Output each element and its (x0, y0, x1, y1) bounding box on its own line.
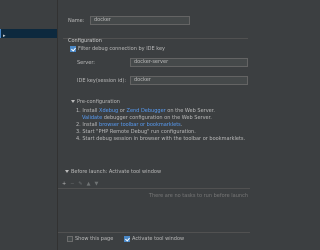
ide-key-label: IDE key(session id): (77, 78, 127, 84)
step-2: 2. Install browser toolbar or bookmarkle… (76, 122, 248, 129)
step-2-prefix: 2. Install (76, 122, 100, 128)
step-1b-suffix: debugger configuration on the Web Server… (102, 115, 212, 121)
step-3: 3. Start "PHP Remote Debug" run configur… (76, 129, 196, 135)
before-launch-toolbar: + − ✎ ▲ ▼ (62, 181, 102, 187)
preconfiguration-header[interactable]: Pre-configuration (71, 99, 120, 105)
activate-tool-window-checkbox[interactable] (124, 236, 130, 242)
configuration-panel: Name: docker Configuration Filter debug … (58, 0, 250, 250)
filter-debug-checkbox[interactable] (70, 46, 76, 52)
filter-debug-label: Filter debug connection by IDE key (78, 46, 166, 52)
step-4: 4. Start debug session in browser with t… (76, 136, 246, 142)
zend-debugger-link[interactable]: Zend Debugger (127, 108, 166, 114)
browser-toolbar-link[interactable]: browser toolbar or bookmarklets (99, 122, 181, 128)
collapse-arrow-icon (71, 100, 75, 103)
step-2-suffix: . (180, 122, 183, 128)
sidebar-selected-item[interactable]: ▸ (0, 29, 57, 39)
server-select[interactable]: docker-server (130, 58, 248, 67)
xdebug-link[interactable]: Xdebug (99, 108, 118, 114)
activate-tool-window-label: Activate tool window (132, 236, 185, 242)
add-icon[interactable]: + (62, 181, 66, 187)
step-1-validate: Validate debugger configuration on the W… (76, 115, 248, 122)
validate-link[interactable]: Validate (82, 115, 102, 121)
preconfiguration-title: Pre-configuration (77, 99, 120, 105)
step-1: 1. Install Xdebug or Zend Debugger on th… (76, 108, 248, 115)
step-1-or: or (118, 108, 127, 114)
name-input[interactable]: docker (90, 16, 190, 25)
empty-list-text: There are no tasks to run before launch (148, 193, 248, 199)
collapse-arrow-icon (65, 170, 69, 173)
before-launch-task-list[interactable]: There are no tasks to run before launch (58, 188, 250, 233)
name-label: Name: (68, 18, 85, 24)
move-down-icon[interactable]: ▼ (94, 181, 98, 187)
edit-icon[interactable]: ✎ (78, 181, 82, 187)
server-label: Server: (77, 60, 95, 66)
step-1-prefix: 1. Install (76, 108, 100, 114)
expand-arrow-icon: ▸ (3, 33, 6, 39)
run-configurations-sidebar: ▸ (0, 0, 58, 250)
move-up-icon[interactable]: ▲ (87, 181, 91, 187)
before-launch-header[interactable]: Before launch: Activate tool window (65, 169, 161, 175)
show-this-page-label: Show this page (75, 236, 114, 242)
before-launch-title: Before launch: Activate tool window (71, 169, 162, 175)
configuration-title: Configuration (68, 38, 102, 44)
ide-key-input[interactable]: docker (130, 76, 248, 85)
step-1-suffix: on the Web Server. (165, 108, 215, 114)
show-this-page-checkbox[interactable] (67, 236, 73, 242)
remove-icon[interactable]: − (70, 181, 74, 187)
preconfiguration-steps: 1. Install Xdebug or Zend Debugger on th… (76, 108, 248, 143)
selection-marker (0, 29, 1, 38)
